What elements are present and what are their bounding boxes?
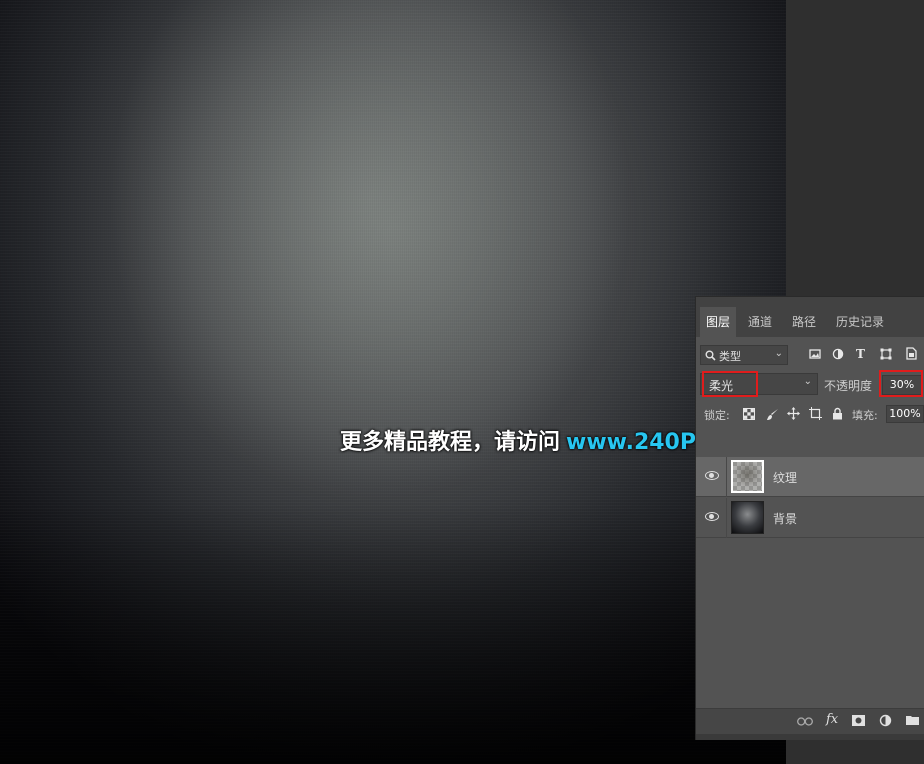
tab-layers[interactable]: 图层 bbox=[700, 307, 737, 337]
lock-position-icon[interactable] bbox=[787, 407, 800, 420]
layer-thumbnail bbox=[731, 460, 764, 493]
filter-kind-label: 类型 bbox=[719, 350, 741, 363]
lock-all-icon[interactable] bbox=[832, 407, 843, 420]
layer-mask-icon[interactable] bbox=[852, 715, 865, 726]
lock-image-pixels-icon[interactable] bbox=[766, 408, 779, 421]
lock-artboard-icon[interactable] bbox=[809, 407, 822, 420]
watermark-text: 更多精品教程，请访问 bbox=[340, 430, 561, 455]
layer-name[interactable]: 背景 bbox=[773, 510, 797, 527]
chevron-down-icon: ⌄ bbox=[774, 348, 783, 359]
adjustment-layer-icon[interactable] bbox=[879, 714, 892, 727]
layer-row[interactable]: 纹理 bbox=[696, 457, 924, 497]
fill-label: 填充: bbox=[852, 409, 878, 422]
blend-mode-highlight bbox=[702, 371, 758, 397]
shape-filter-icon[interactable] bbox=[880, 348, 892, 360]
layer-thumbnail bbox=[731, 501, 764, 534]
link-layers-icon[interactable] bbox=[797, 717, 813, 726]
layers-bottom-toolbar: fx bbox=[696, 708, 924, 735]
panel-tab-bar: 图层 通道 路径 历史记录 bbox=[696, 297, 924, 337]
opacity-highlight bbox=[879, 370, 923, 397]
panel-resize-grip[interactable] bbox=[696, 734, 924, 740]
eye-divider bbox=[726, 457, 727, 497]
chevron-down-icon: ⌄ bbox=[803, 376, 812, 387]
lock-row: 锁定: 填充: 100% bbox=[696, 405, 924, 425]
adjustment-filter-icon[interactable] bbox=[832, 348, 844, 360]
layers-panel: 图层 通道 路径 历史记录 类型 ⌄ T 柔光 ⌄ 不透明度 30% 锁定: 填… bbox=[695, 296, 924, 740]
tab-history[interactable]: 历史记录 bbox=[830, 307, 890, 337]
tab-paths[interactable]: 路径 bbox=[786, 307, 822, 337]
filter-kind-select[interactable]: 类型 ⌄ bbox=[700, 345, 788, 365]
smart-object-filter-icon[interactable] bbox=[905, 347, 917, 360]
document-canvas[interactable] bbox=[0, 0, 786, 764]
image-filter-icon[interactable] bbox=[809, 348, 821, 360]
layer-name[interactable]: 纹理 bbox=[773, 469, 797, 486]
fill-input[interactable]: 100% bbox=[886, 405, 924, 423]
lock-label: 锁定: bbox=[704, 409, 730, 422]
tab-channels[interactable]: 通道 bbox=[742, 307, 778, 337]
new-group-icon[interactable] bbox=[906, 715, 919, 725]
eye-divider bbox=[726, 498, 727, 538]
lock-transparent-pixels-icon[interactable] bbox=[743, 408, 755, 420]
search-icon bbox=[705, 350, 716, 361]
fx-icon[interactable]: fx bbox=[826, 713, 838, 727]
layer-filter-row: 类型 ⌄ T bbox=[696, 343, 924, 369]
eye-icon[interactable] bbox=[705, 512, 719, 521]
layer-row[interactable]: 背景 bbox=[696, 498, 924, 538]
canvas-dark-vignette bbox=[0, 504, 786, 764]
type-filter-icon[interactable]: T bbox=[856, 347, 865, 361]
opacity-label: 不透明度 bbox=[824, 379, 873, 393]
eye-icon[interactable] bbox=[705, 471, 719, 480]
